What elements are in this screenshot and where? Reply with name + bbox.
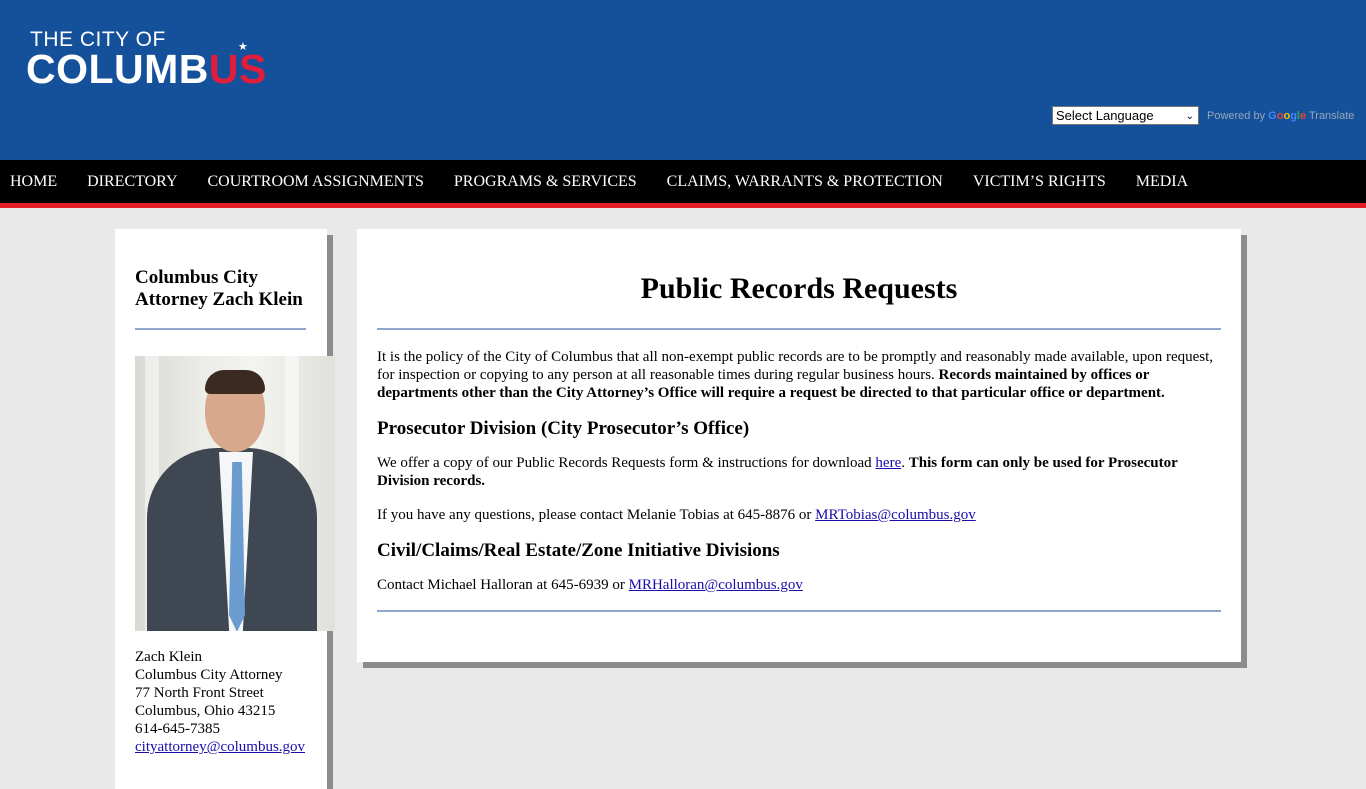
city-attorney-photo — [135, 356, 335, 631]
nav-claims-warrants-protection[interactable]: CLAIMS, WARRANTS & PROTECTION — [667, 173, 943, 191]
google-translate: Select Language ⌄ Powered by Google Tran… — [1052, 106, 1354, 125]
tobias-email-link[interactable]: MRTobias@columbus.gov — [815, 507, 976, 523]
civil-heading: Civil/Claims/Real Estate/Zone Initiative… — [377, 540, 780, 561]
contact-email-link[interactable]: cityattorney@columbus.gov — [135, 739, 305, 755]
nav-media[interactable]: MEDIA — [1136, 173, 1188, 191]
sidebar-title: Columbus City Attorney Zach Klein — [135, 267, 303, 310]
nav-programs-services[interactable]: PROGRAMS & SERVICES — [454, 173, 637, 191]
contact-city: Columbus, Ohio 43215 — [135, 703, 276, 719]
contact-street: 77 North Front Street — [135, 685, 264, 701]
site-header: THE CITY OF ★ COLUMBUS Select Language ⌄… — [0, 0, 1366, 160]
logo-line2: COLUMBUS — [26, 46, 267, 92]
nav-courtroom-assignments[interactable]: COURTROOM ASSIGNMENTS — [208, 173, 424, 191]
sidebar-divider — [135, 328, 306, 330]
city-logo[interactable]: THE CITY OF ★ COLUMBUS — [24, 24, 294, 94]
civil-paragraph: Contact Michael Halloran at 645-6939 or … — [377, 577, 803, 593]
language-select[interactable]: Select Language ⌄ — [1052, 106, 1199, 125]
sidebar: Columbus City Attorney Zach Klein Zach K… — [115, 229, 335, 789]
contact-phone: 614-645-7385 — [135, 721, 220, 737]
intro-paragraph: It is the policy of the City of Columbus… — [377, 349, 1214, 401]
main-content: Public Records Requests It is the policy… — [357, 229, 1241, 662]
bottom-divider — [377, 610, 1221, 612]
nav-home[interactable]: HOME — [10, 173, 57, 191]
nav-victims-rights[interactable]: VICTIM’S RIGHTS — [973, 173, 1106, 191]
nav-directory[interactable]: DIRECTORY — [87, 173, 177, 191]
powered-by-google: Powered by Google Translate — [1207, 109, 1355, 122]
questions-paragraph: If you have any questions, please contac… — [377, 507, 976, 523]
contact-info: Zach Klein Columbus City Attorney 77 Nor… — [135, 648, 307, 756]
download-form-link[interactable]: here — [875, 455, 901, 471]
google-logo[interactable]: Google — [1268, 110, 1306, 122]
prosecutor-heading: Prosecutor Division (City Prosecutor’s O… — [377, 418, 750, 439]
halloran-email-link[interactable]: MRHalloran@columbus.gov — [629, 577, 803, 593]
page-title: Public Records Requests — [640, 272, 958, 305]
prosecutor-paragraph: We offer a copy of our Public Records Re… — [377, 455, 1178, 489]
translate-link[interactable]: Translate — [1309, 110, 1354, 122]
main-nav: HOME DIRECTORY COURTROOM ASSIGNMENTS PRO… — [0, 160, 1366, 208]
title-divider — [377, 328, 1221, 330]
contact-name: Zach Klein — [135, 649, 203, 665]
chevron-down-icon: ⌄ — [1185, 111, 1194, 122]
contact-role: Columbus City Attorney — [135, 667, 283, 683]
